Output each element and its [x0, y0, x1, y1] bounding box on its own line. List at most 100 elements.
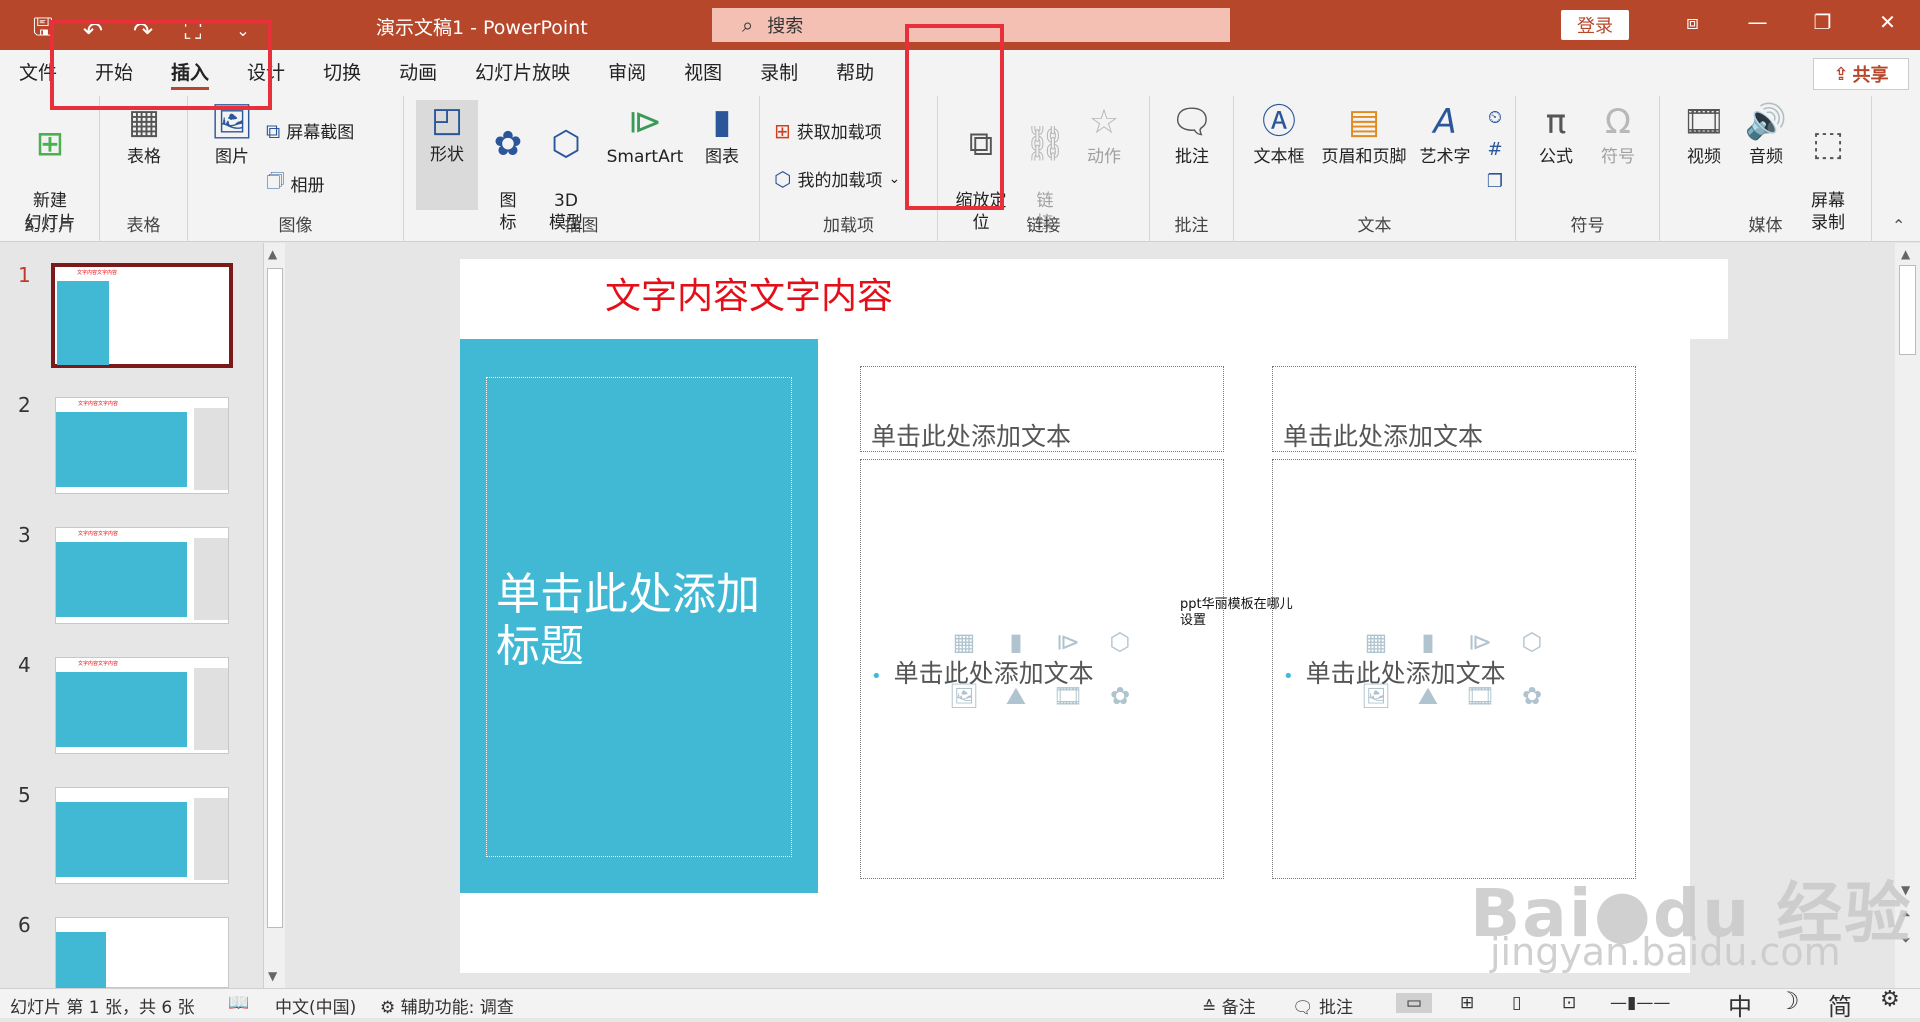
notes-label: 备注 [1221, 998, 1256, 1018]
settings-icon[interactable]: ⚙ [1880, 987, 1900, 1012]
reading-view-icon[interactable]: ▯ [1512, 993, 1521, 1013]
my-addins-button[interactable]: ⬡ 我的加载项 ⌄ [774, 166, 900, 192]
addins-icon: ⊞ [774, 118, 791, 143]
thumbnail-shape [56, 802, 187, 877]
object-icon[interactable]: ❐ [1487, 171, 1503, 192]
moon-icon[interactable]: ☽ [1778, 987, 1800, 1015]
left-heading-placeholder[interactable]: 单击此处添加文本 [860, 366, 1224, 452]
tab-transitions[interactable]: 切换 [304, 50, 380, 96]
save-icon[interactable]: 🖫 [28, 10, 58, 51]
slide-thumbnail[interactable]: 文字内容文字内容 [55, 657, 229, 754]
slide-title[interactable]: 文字内容文字内容 [605, 267, 893, 319]
right-content-placeholder[interactable]: ▦ ▮ ⧐ ⬡ 🖼 ⛰ 🎞 ✿ 单击此处添加文本 [1272, 459, 1636, 879]
slide-thumbnail[interactable] [55, 787, 229, 884]
insert-chart-icon[interactable]: ▮ [997, 628, 1035, 656]
ime-mode-indicator[interactable]: 中 [1728, 987, 1752, 1022]
insert-smartart-icon[interactable]: ⧐ [1461, 628, 1499, 656]
audio-button[interactable]: 🔊 音频 [1736, 102, 1796, 168]
insert-chart-icon[interactable]: ▮ [1409, 628, 1447, 656]
insert-3d-icon[interactable]: ⬡ [1101, 628, 1139, 656]
ime-simplified-indicator[interactable]: 简 [1828, 987, 1852, 1022]
album-button[interactable]: 🗇 相册 [266, 166, 325, 200]
tab-review[interactable]: 审阅 [589, 50, 665, 96]
slideshow-icon[interactable]: ⊡ [1562, 993, 1576, 1013]
scroll-thumb[interactable] [267, 268, 283, 928]
close-icon[interactable]: ✕ [1855, 10, 1920, 34]
slide-sorter-icon[interactable]: ⊞ [1460, 993, 1474, 1013]
thumbnail-shape [56, 932, 106, 989]
equation-button[interactable]: π 公式 [1526, 102, 1586, 168]
table-button[interactable]: ▦ 表格 [114, 102, 174, 168]
chart-button[interactable]: ▮ 图表 [692, 102, 752, 168]
slide-note-text[interactable]: ppt华丽模板在哪儿 设置 [1180, 597, 1293, 629]
normal-view-icon[interactable]: ▭ [1396, 993, 1433, 1013]
screenshot-button[interactable]: ⧉ 屏幕截图 [266, 118, 354, 144]
tab-insert[interactable]: 插入 [152, 50, 228, 96]
accessibility-icon: ⚙ [380, 998, 401, 1018]
share-button[interactable]: ⇪ 共享 [1813, 58, 1909, 90]
scroll-up-icon[interactable]: ▲ [1901, 247, 1910, 261]
collapse-ribbon-icon[interactable]: ⌃ [1892, 216, 1905, 235]
scroll-thumb[interactable] [1899, 265, 1916, 355]
notes-button[interactable]: ≙ 备注 [1202, 993, 1256, 1018]
zoom-slider[interactable]: —▮—— [1610, 993, 1670, 1013]
slide-thumbnail[interactable] [55, 917, 229, 989]
scroll-down-icon[interactable]: ▼ [268, 969, 277, 983]
shapes-button[interactable]: ◰ 形状 [416, 100, 478, 210]
thumbnail-scrollbar[interactable]: ▲ ▼ [263, 243, 285, 988]
ribbon-display-icon[interactable]: ⧈ [1660, 10, 1725, 34]
right-body-text: 单击此处添加文本 [1283, 654, 1506, 690]
customize-icon[interactable]: ⌄ [228, 21, 258, 40]
thumbnail-number: 6 [18, 913, 31, 937]
textbox-button[interactable]: Ⓐ 文本框 [1248, 102, 1310, 168]
comment-button[interactable]: 🗨 批注 [1162, 102, 1222, 168]
tab-view[interactable]: 视图 [665, 50, 741, 96]
undo-icon[interactable]: ↶ [78, 17, 108, 45]
comments-button[interactable]: 🗨 批注 [1292, 993, 1353, 1018]
header-footer-button[interactable]: ▤ 页眉和页脚 [1312, 102, 1416, 168]
tab-help[interactable]: 帮助 [817, 50, 893, 96]
screen-record-icon: ⬚ [1811, 124, 1845, 164]
symbol-button[interactable]: Ω 符号 [1588, 102, 1648, 168]
video-button[interactable]: 🎞 视频 [1674, 102, 1734, 168]
tab-file[interactable]: 文件 [0, 50, 76, 96]
slide-thumbnail[interactable]: 文字内容文字内容 [55, 527, 229, 624]
action-button[interactable]: ☆ 动作 [1074, 102, 1134, 168]
thumbnail-number: 5 [18, 783, 31, 807]
pictures-button[interactable]: 🖼 图片 [204, 102, 260, 168]
tab-animations[interactable]: 动画 [380, 50, 456, 96]
thumbnail-shape [57, 281, 109, 365]
insert-icons-icon[interactable]: ✿ [1101, 682, 1139, 710]
accessibility-indicator[interactable]: ⚙ 辅助功能: 调查 [380, 993, 514, 1018]
title-panel[interactable]: 单击此处添加标题 [460, 339, 818, 893]
smartart-button[interactable]: ⧐ SmartArt [600, 102, 690, 168]
slide-thumbnail[interactable]: 文字内容文字内容 [51, 263, 233, 368]
tab-record[interactable]: 录制 [741, 50, 817, 96]
restore-icon[interactable]: ❐ [1790, 10, 1855, 34]
left-content-placeholder[interactable]: ▦ ▮ ⧐ ⬡ 🖼 ⛰ 🎞 ✿ 单击此处添加文本 [860, 459, 1224, 879]
right-heading-placeholder[interactable]: 单击此处添加文本 [1272, 366, 1636, 452]
redo-icon[interactable]: ↷ [128, 17, 158, 45]
minimize-icon[interactable]: — [1725, 10, 1790, 34]
get-addins-label: 获取加载项 [796, 123, 882, 143]
tab-home[interactable]: 开始 [76, 50, 152, 96]
scroll-up-icon[interactable]: ▲ [268, 247, 277, 261]
insert-table-icon[interactable]: ▦ [945, 628, 983, 656]
tab-slideshow[interactable]: 幻灯片放映 [456, 50, 589, 96]
insert-smartart-icon[interactable]: ⧐ [1049, 628, 1087, 656]
wordart-button[interactable]: A 艺术字 [1410, 102, 1480, 168]
group-label-text: 文本 [1357, 216, 1392, 236]
tab-design[interactable]: 设计 [228, 50, 304, 96]
insert-3d-icon[interactable]: ⬡ [1513, 628, 1551, 656]
spellcheck-icon[interactable]: 📖 [228, 993, 249, 1013]
login-button[interactable]: 登录 [1561, 10, 1629, 40]
present-icon[interactable]: ⛶ [178, 17, 208, 45]
search-input[interactable]: ⌕ 搜索 [712, 8, 1230, 42]
insert-icons-icon[interactable]: ✿ [1513, 682, 1551, 710]
get-addins-button[interactable]: ⊞ 获取加载项 [774, 118, 882, 144]
insert-table-icon[interactable]: ▦ [1357, 628, 1395, 656]
slide-thumbnail[interactable]: 文字内容文字内容 [55, 397, 229, 494]
language-indicator[interactable]: 中文(中国) [275, 993, 356, 1018]
slide-number-icon[interactable]: # [1487, 139, 1502, 160]
datetime-icon[interactable]: ⏲ [1488, 107, 1502, 128]
